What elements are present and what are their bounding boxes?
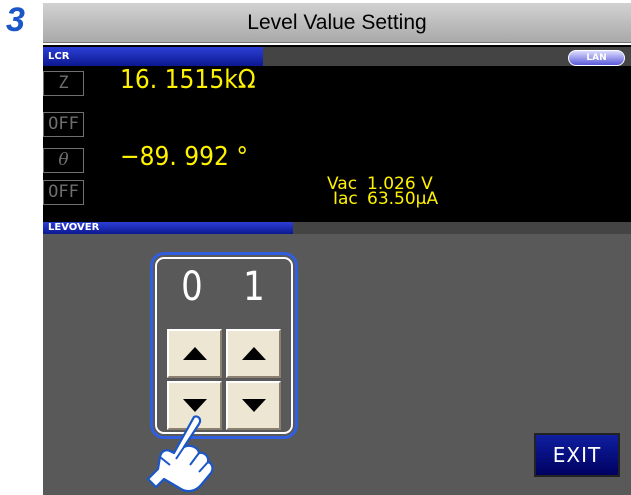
param-theta-box[interactable]: θ xyxy=(43,148,84,173)
levover-header-rest xyxy=(293,222,631,234)
up-arrow-icon xyxy=(241,347,266,360)
pointing-hand-icon xyxy=(146,415,214,493)
settings-area: 0 1 EXIT xyxy=(43,234,631,495)
theta-value: −89. 992 ° xyxy=(120,142,249,172)
digit-setting-panel: 0 1 xyxy=(150,252,298,439)
lcr-tag: LCR xyxy=(43,47,263,66)
down-arrow-icon xyxy=(182,399,207,412)
page-title-bar: Level Value Setting xyxy=(43,3,631,43)
levover-tag: LEVOVER xyxy=(43,222,293,234)
digit-tens: 0 xyxy=(181,264,203,310)
up-arrow-icon xyxy=(182,347,207,360)
iac-value: 63.50μA xyxy=(367,189,439,209)
digit-ones: 1 xyxy=(243,264,265,310)
levover-header-bar: LEVOVER xyxy=(43,222,631,234)
lan-badge: LAN xyxy=(568,50,625,66)
page-title: Level Value Setting xyxy=(247,10,427,34)
param-off-box-1[interactable]: OFF xyxy=(43,112,84,137)
ones-down-button[interactable] xyxy=(226,381,281,430)
z-value: 16. 1515kΩ xyxy=(120,65,256,95)
iac-label: Iac xyxy=(333,189,358,209)
down-arrow-icon xyxy=(241,399,266,412)
exit-button[interactable]: EXIT xyxy=(534,433,620,477)
param-off-box-2[interactable]: OFF xyxy=(43,180,84,205)
param-z-box[interactable]: Z xyxy=(43,71,84,96)
lcr-header-bar: LCR xyxy=(43,47,631,66)
ones-up-button[interactable] xyxy=(226,329,281,378)
tens-up-button[interactable] xyxy=(167,329,222,378)
instrument-screen: LCR LAN Z OFF θ OFF 16. 1515kΩ −89. 992 … xyxy=(43,45,631,495)
step-number: 3 xyxy=(6,1,25,39)
